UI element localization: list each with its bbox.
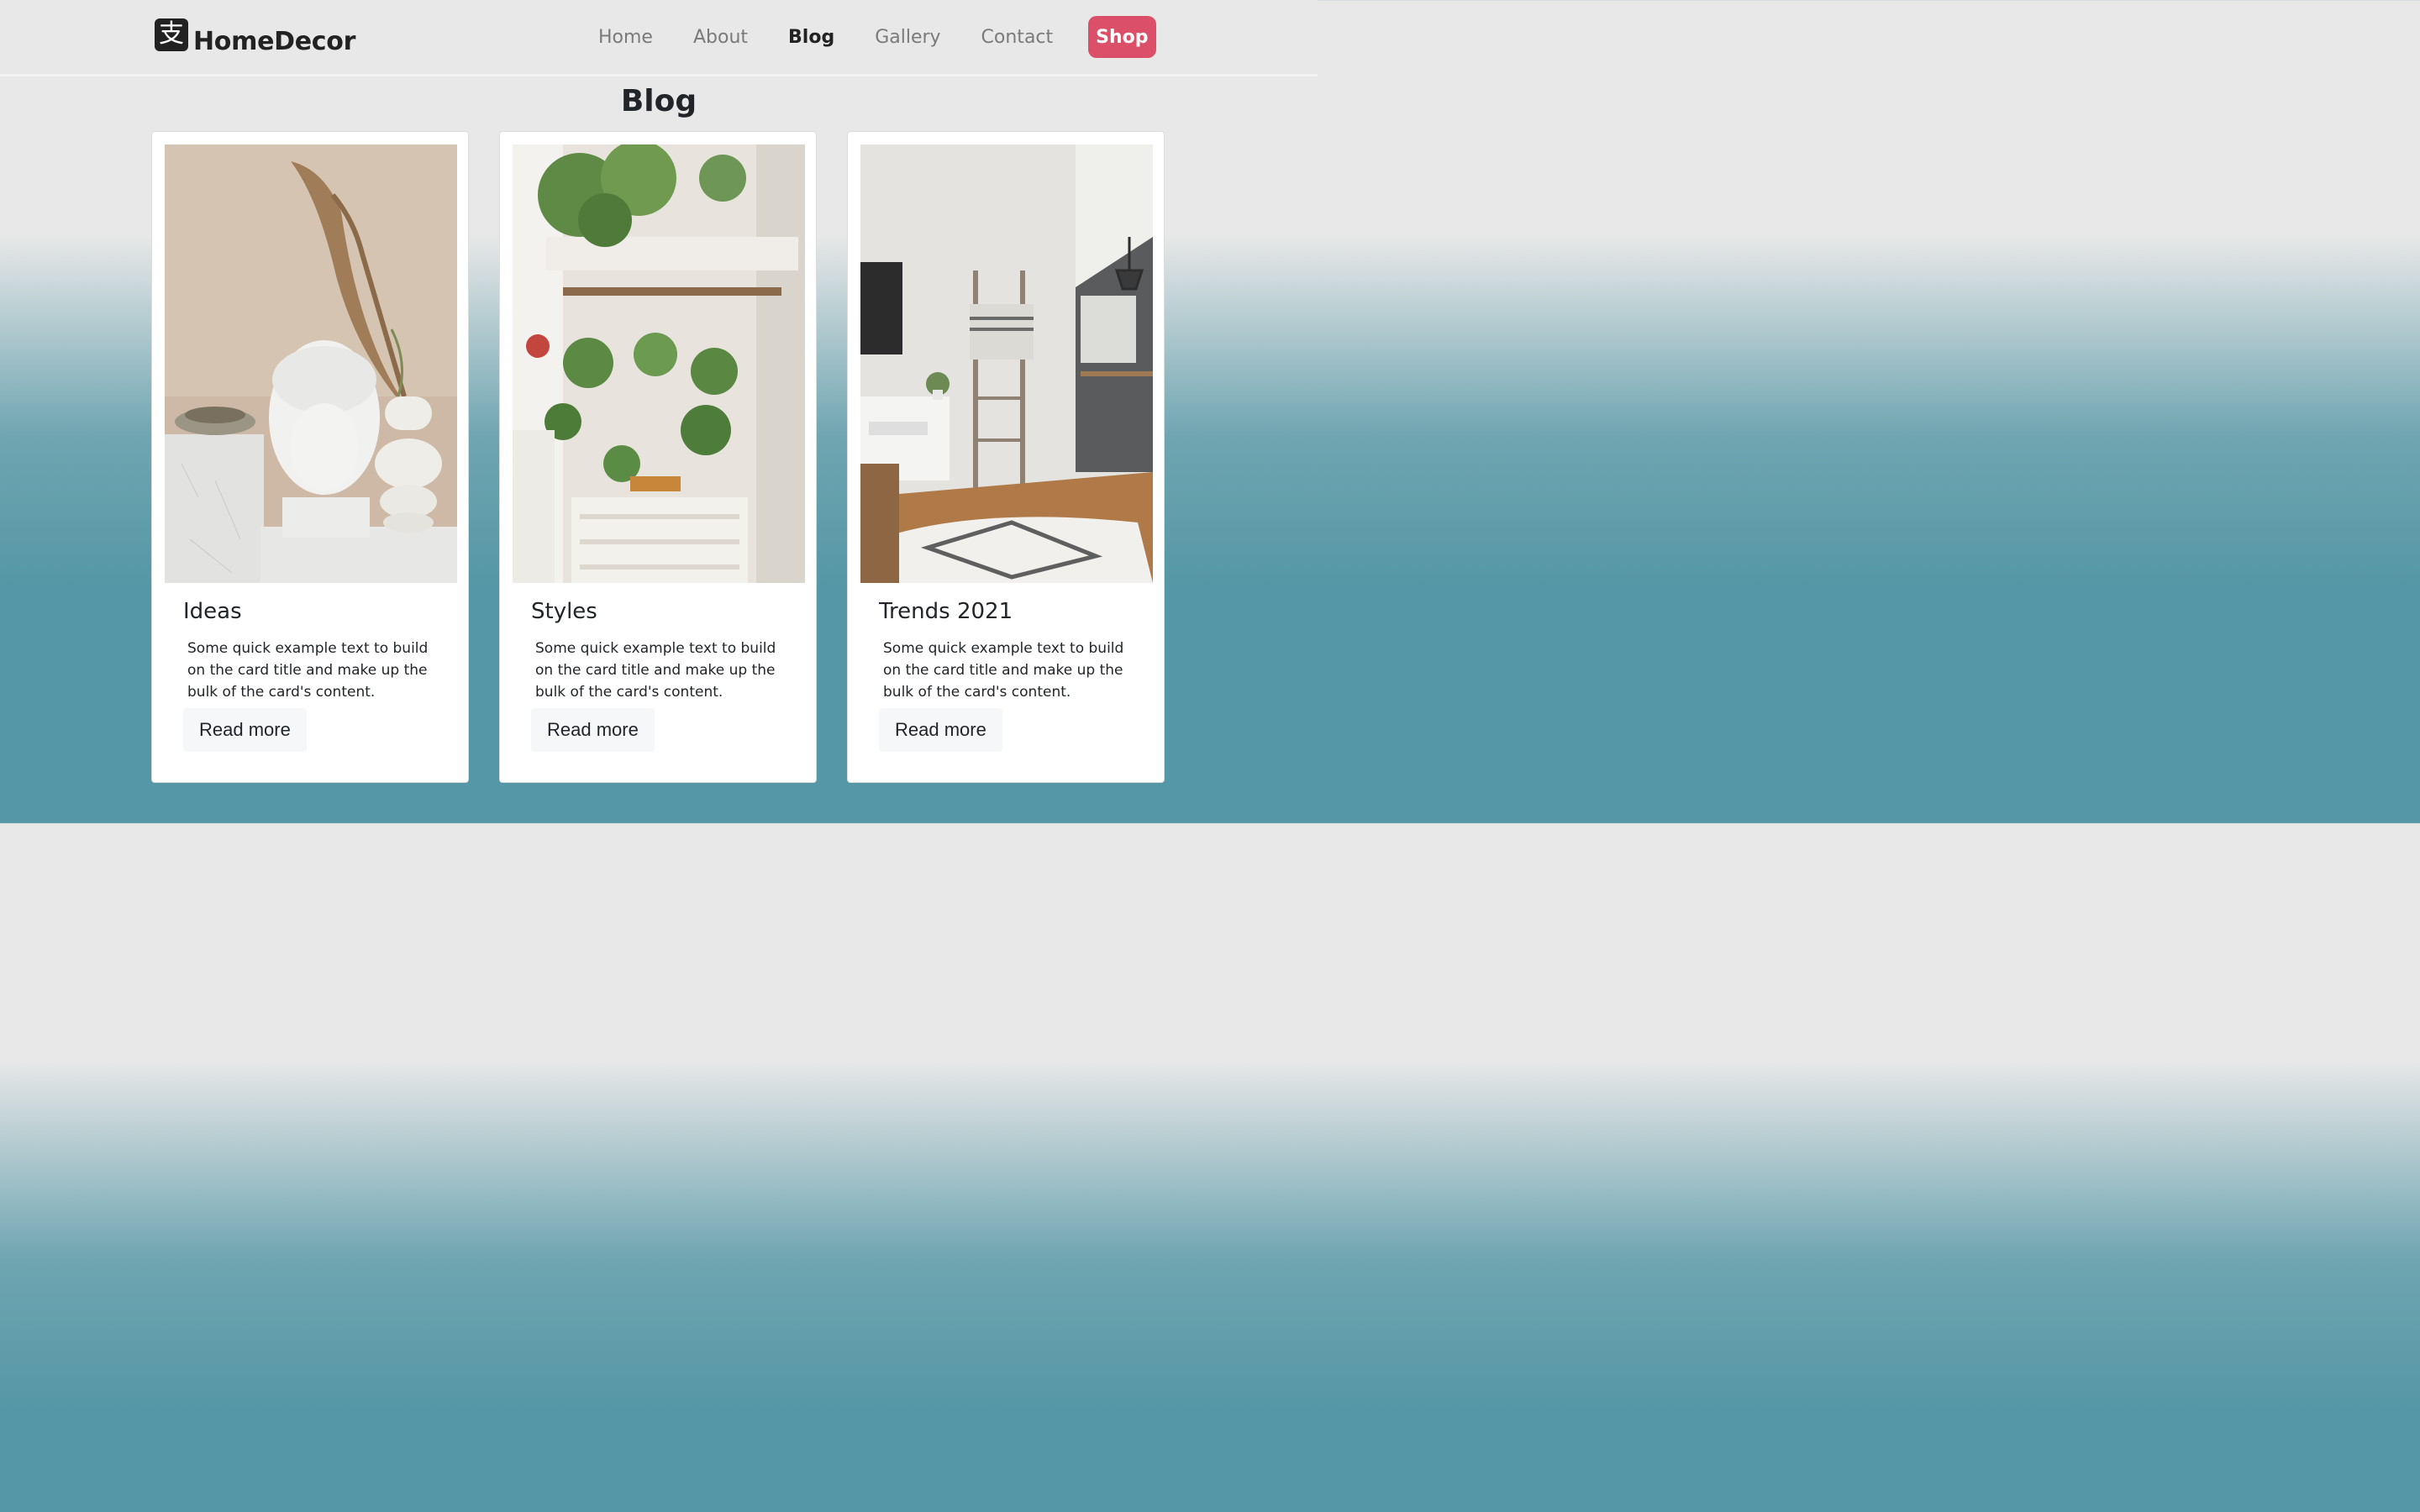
card-image-styles xyxy=(513,144,805,583)
shop-button[interactable]: Shop xyxy=(1088,16,1156,58)
brand-name: HomeDecor xyxy=(193,26,356,56)
brand-logo-glyph: 支 xyxy=(159,19,184,49)
blog-card-styles: Styles Some quick example text to build … xyxy=(499,131,817,783)
card-title: Ideas xyxy=(183,599,242,624)
card-image-trends xyxy=(860,144,1153,583)
card-image-ideas xyxy=(165,144,457,583)
brand-logo-icon: 支 xyxy=(155,18,188,51)
nav-blog-link[interactable]: Blog xyxy=(768,27,855,48)
card-title: Styles xyxy=(531,599,597,624)
nav-home-link[interactable]: Home xyxy=(578,27,673,48)
nav-about-link[interactable]: About xyxy=(673,27,768,48)
card-text: Some quick example text to build on the … xyxy=(535,640,776,701)
read-more-button[interactable]: Read more xyxy=(879,708,1002,752)
navbar: 支 HomeDecor Home About Blog Gallery Cont… xyxy=(0,0,1318,76)
main-nav: Home About Blog Gallery Contact Shop xyxy=(578,16,1156,58)
nav-gallery-link[interactable]: Gallery xyxy=(855,27,960,48)
card-title: Trends 2021 xyxy=(879,599,1013,624)
blog-card-ideas: Ideas Some quick example text to build o… xyxy=(151,131,469,783)
card-text: Some quick example text to build on the … xyxy=(187,640,429,701)
nav-contact-link[interactable]: Contact xyxy=(961,27,1074,48)
brand-link[interactable]: 支 HomeDecor xyxy=(155,18,356,56)
read-more-button[interactable]: Read more xyxy=(183,708,307,752)
page-title: Blog xyxy=(620,84,697,118)
read-more-button[interactable]: Read more xyxy=(531,708,655,752)
card-text: Some quick example text to build on the … xyxy=(883,640,1124,701)
blog-card-trends-2021: Trends 2021 Some quick example text to b… xyxy=(847,131,1165,783)
